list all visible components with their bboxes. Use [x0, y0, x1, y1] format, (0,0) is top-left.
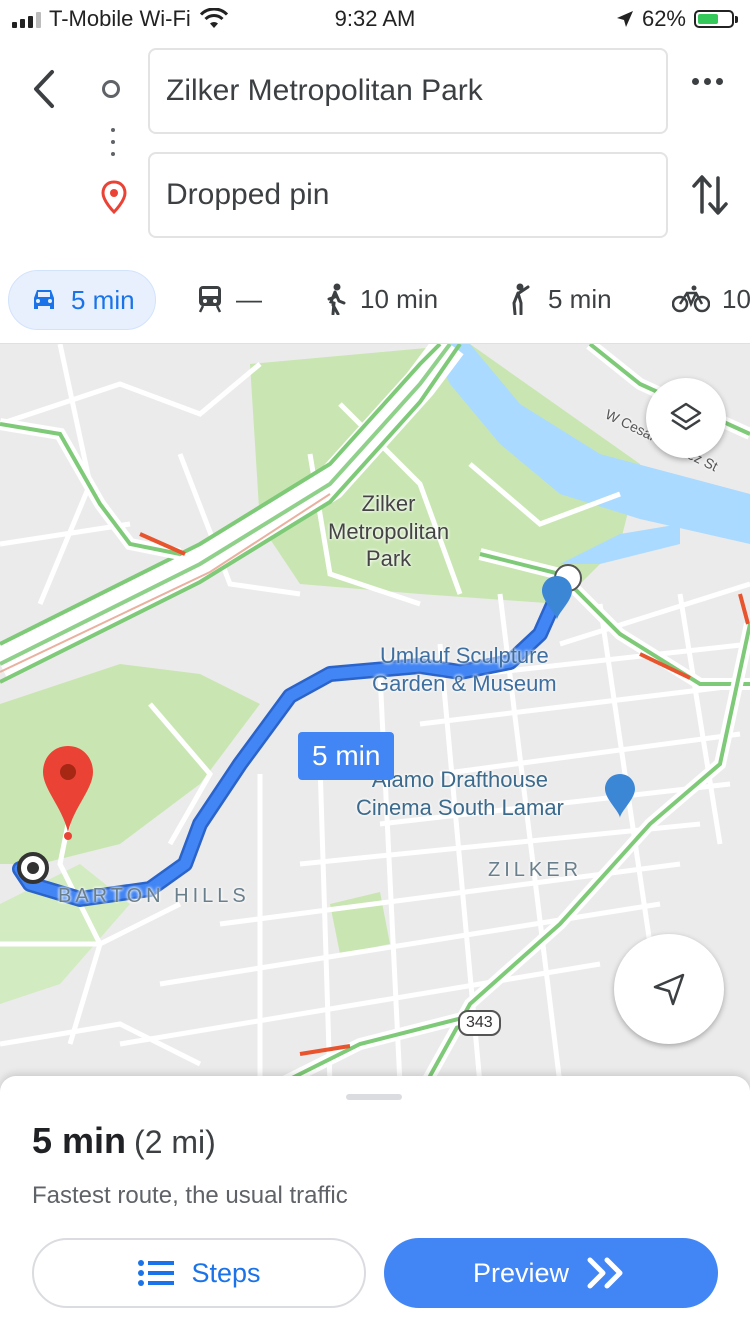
navigation-arrow-icon [653, 973, 685, 1006]
back-arrow-icon[interactable] [24, 64, 68, 114]
label-umlauf-museum[interactable]: Umlauf Sculpture Garden & Museum [372, 642, 557, 697]
sheet-drag-handle[interactable] [346, 1094, 402, 1100]
destination-pin-icon [101, 180, 127, 214]
mode-bike-label: 10 [722, 283, 750, 314]
route-description: Fastest route, the usual traffic [32, 1182, 348, 1209]
mode-transit[interactable]: — [196, 270, 262, 328]
location-arrow-icon [616, 11, 633, 27]
label-zilker-park[interactable]: Zilker Metropolitan Park [328, 490, 449, 573]
origin-field[interactable]: Zilker Metropolitan Park [148, 48, 668, 134]
mode-rideshare[interactable]: 5 min [506, 270, 612, 328]
train-icon [198, 286, 222, 313]
route-distance: (2 mi) [134, 1124, 216, 1160]
more-options-icon[interactable] [692, 78, 723, 85]
double-chevron-right-icon [587, 1257, 623, 1289]
walk-icon [327, 283, 346, 315]
status-right: 62% [616, 6, 738, 32]
bike-icon [672, 285, 710, 313]
steps-label: Steps [191, 1257, 261, 1288]
mode-walk[interactable]: 10 min [322, 270, 438, 328]
label-barton-hills: BARTON HILLS [58, 885, 250, 907]
steps-button[interactable]: Steps [32, 1238, 366, 1308]
route-time-label[interactable]: 5 min [298, 732, 395, 780]
swap-direction-icon[interactable] [690, 172, 730, 218]
battery-percent: 62% [641, 6, 686, 31]
mode-drive[interactable]: 5 min [8, 270, 156, 330]
route-dots-icon [111, 128, 115, 164]
mode-bike[interactable]: 10 [672, 270, 750, 328]
preview-button[interactable]: Preview [384, 1238, 718, 1308]
preview-label: Preview [472, 1257, 570, 1288]
mode-rideshare-label: 5 min [548, 283, 612, 314]
route-summary-sheet: 5 min (2 mi) Fastest route, the usual tra… [0, 1076, 750, 1334]
highway-343-shield: 343 [458, 1010, 501, 1036]
battery-fill [698, 14, 718, 24]
rideshare-icon [512, 283, 530, 315]
mode-transit-label: — [236, 283, 262, 314]
car-icon [34, 290, 54, 309]
route-summary: 5 min (2 mi) [32, 1120, 216, 1162]
battery-icon [694, 10, 738, 28]
mode-drive-label: 5 min [71, 284, 135, 315]
status-bar: T-Mobile Wi-Fi 9:32 AM 62% [0, 0, 750, 40]
my-location-button[interactable] [614, 934, 724, 1044]
route-duration: 5 min [32, 1120, 127, 1161]
label-zilker-district: ZILKER [488, 859, 583, 881]
destination-field[interactable]: Dropped pin [148, 152, 668, 238]
map-view[interactable]: Zilker Metropolitan Park Umlauf Sculptur… [0, 344, 750, 1094]
origin-circle-icon [102, 80, 120, 98]
mode-walk-label: 10 min [360, 283, 439, 314]
layers-icon [670, 402, 702, 431]
travel-mode-bar: 5 min — 10 min 5 min 10 [0, 270, 750, 332]
layers-button[interactable] [646, 378, 726, 458]
list-icon [138, 1260, 175, 1286]
